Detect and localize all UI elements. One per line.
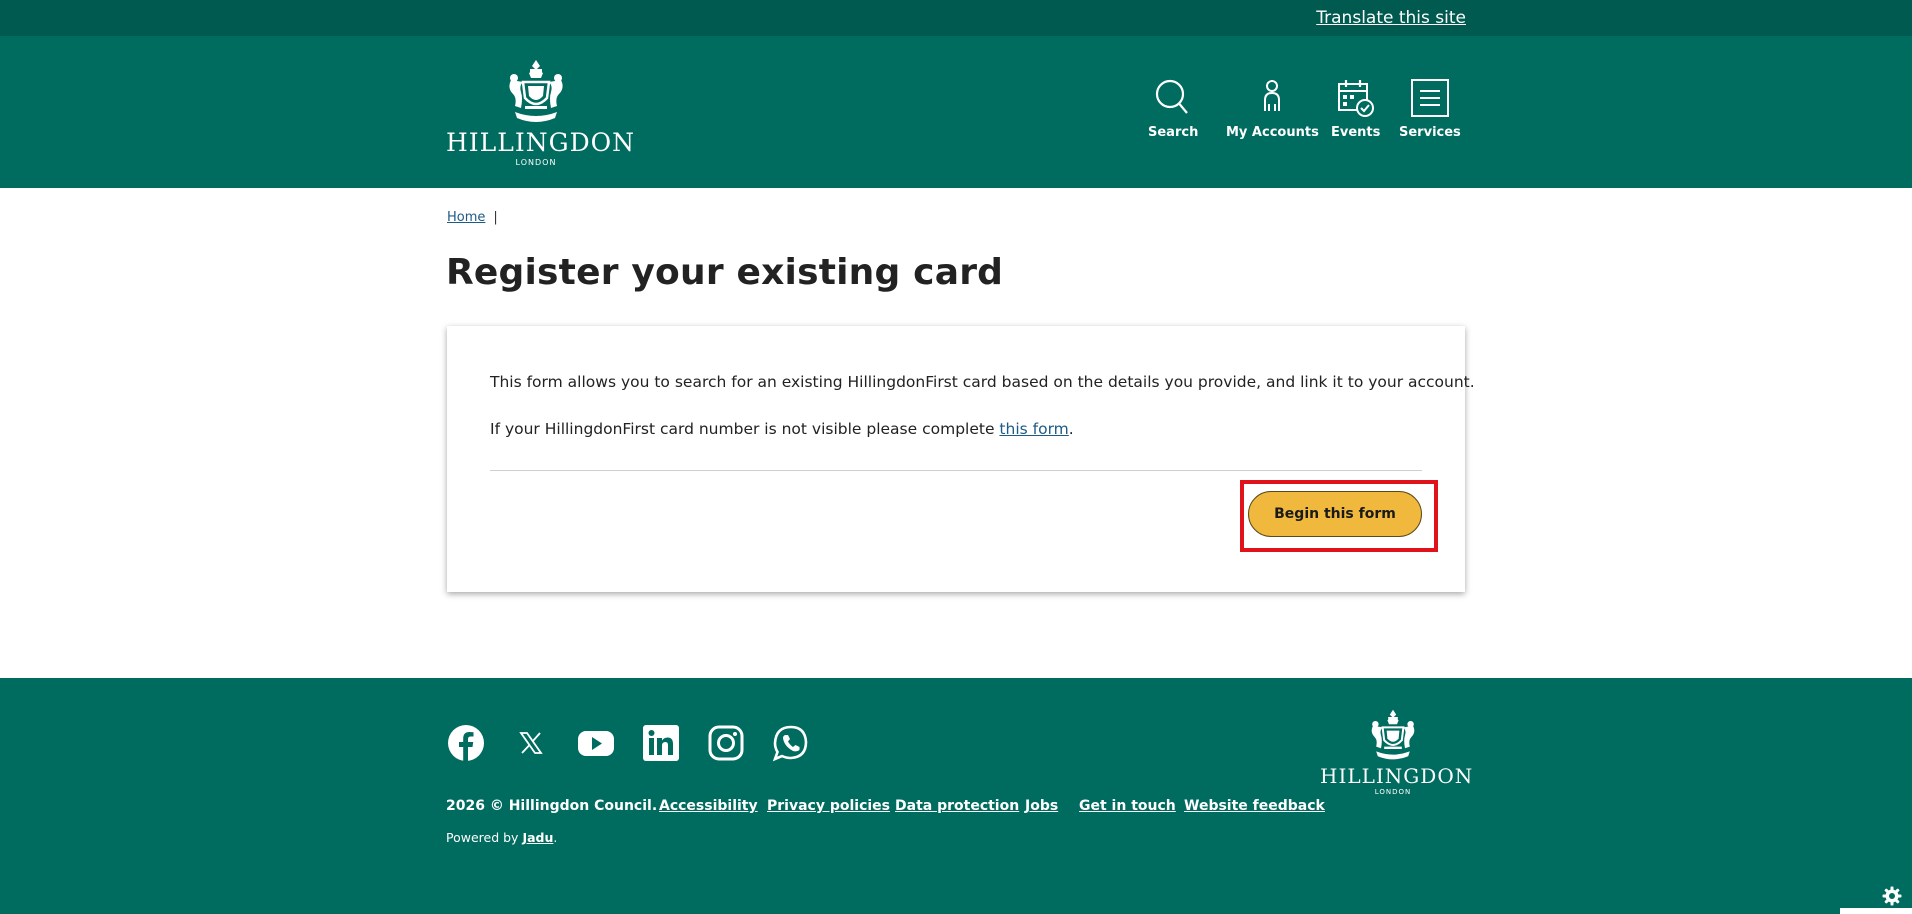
footer-link-privacy[interactable]: Privacy policies [767,798,890,814]
cookie-settings-gear-icon[interactable] [1882,886,1902,906]
facebook-icon [448,725,484,761]
begin-form-button[interactable]: Begin this form [1248,491,1422,537]
form-note-text: If your HillingdonFirst card number is n… [490,420,1074,438]
hillingdon-logo[interactable]: HILLINGDON LONDON [446,58,636,170]
youtube-icon [578,731,614,756]
copyright-text: 2026 © Hillingdon Council. [446,798,658,814]
jadu-link[interactable]: Jadu [522,830,553,845]
search-icon [1156,79,1189,114]
cookie-bar-edge [1840,908,1912,914]
instagram-link[interactable] [707,724,745,762]
card-divider [490,470,1422,471]
logo-text: HILLINGDON [446,128,636,157]
this-form-link[interactable]: this form [999,420,1068,438]
footer-logo-text: HILLINGDON [1320,764,1474,788]
coat-of-arms-icon [1371,709,1415,760]
nav-my-accounts[interactable]: My Accounts [1226,78,1319,140]
nav-search-label: Search [1148,125,1199,140]
logo-subtext: LONDON [515,158,557,167]
breadcrumb: Home | [447,210,498,225]
form-note-suffix: . [1068,420,1074,438]
form-note-prefix: If your HillingdonFirst card number is n… [490,420,1000,438]
calendar-check-icon [1337,80,1374,117]
nav-search[interactable]: Search [1148,78,1198,140]
youtube-link[interactable] [577,724,615,762]
powered-by-suffix: . [553,830,558,845]
whatsapp-link[interactable] [772,724,810,762]
person-icon [1264,80,1281,111]
site-header: HILLINGDON LONDON Search My Accounts Eve… [0,36,1912,188]
powered-by-text: Powered by Jadu. [446,830,557,845]
footer-link-get-in-touch[interactable]: Get in touch [1079,798,1176,814]
coat-of-arms-icon [509,60,563,122]
facebook-link[interactable] [447,724,485,762]
footer-link-accessibility[interactable]: Accessibility [659,798,758,814]
nav-services[interactable]: Services [1399,78,1461,140]
footer-logo[interactable]: HILLINGDON LONDON [1320,708,1474,798]
nav-my-accounts-label: My Accounts [1226,125,1319,140]
instagram-icon [708,725,744,761]
page-title: Register your existing card [446,252,1004,293]
powered-by-prefix: Powered by [446,830,523,845]
breadcrumb-home-link[interactable]: Home [447,210,485,225]
form-intro-card: This form allows you to search for an ex… [447,326,1475,592]
translate-link[interactable]: Translate this site [1316,8,1466,28]
menu-icon [1410,79,1449,117]
top-bar: Translate this site [0,0,1912,36]
nav-events-label: Events [1331,125,1381,140]
x-icon [519,732,543,754]
nav-services-label: Services [1399,125,1461,140]
x-link[interactable] [512,724,550,762]
footer-link-jobs[interactable]: Jobs [1025,798,1058,814]
footer-link-website-feedback[interactable]: Website feedback [1184,798,1325,814]
linkedin-link[interactable] [642,724,680,762]
whatsapp-icon [772,725,808,762]
breadcrumb-separator: | [493,210,498,225]
linkedin-icon [643,725,679,761]
footer-logo-subtext: LONDON [1374,788,1412,796]
site-footer: 2026 © Hillingdon Council. Accessibility… [0,678,1912,914]
form-intro-text: This form allows you to search for an ex… [490,373,1475,391]
nav-events[interactable]: Events [1331,78,1380,140]
footer-link-data-protection[interactable]: Data protection [895,798,1019,814]
begin-button-highlight: Begin this form [1240,480,1438,552]
